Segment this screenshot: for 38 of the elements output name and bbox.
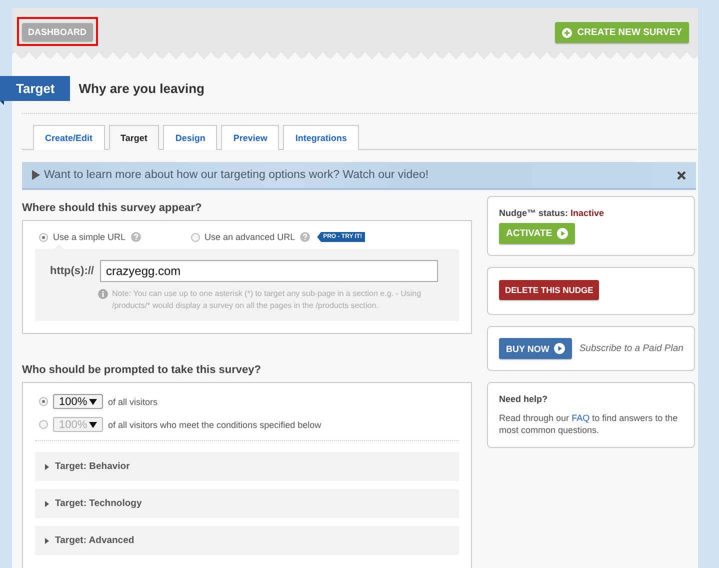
radio-label[interactable]: Use an advanced URL [204,232,296,242]
option-label: of all visitors [108,396,158,406]
caret-icon [89,422,97,428]
help-title: Need help? [499,394,549,404]
buy-now-button[interactable]: BUY NOW [499,338,572,359]
faq-link[interactable]: FAQ [572,413,590,423]
play-icon[interactable] [32,170,40,180]
section-heading: Where should this survey appear? [22,202,203,214]
section-heading: Who should be prompted to take this survey? [22,364,262,376]
delete-button[interactable]: DELETE THIS NUDGE [499,280,600,300]
tab[interactable]: Design [163,125,218,150]
play-circle-icon [554,343,566,354]
subscribe-text: Subscribe to a Paid Plan [579,343,684,354]
radio-button[interactable] [39,232,48,242]
accordion-header[interactable]: Target: Behavior [35,452,459,481]
option-label: of all visitors who meet the conditions specified below [108,420,322,430]
plus-circle-icon [562,28,572,38]
help-text: Read through our FAQ to find answers to the most common questions. [499,412,679,436]
status-text: Nudge™ status: Inactive [499,208,606,218]
tab[interactable]: Preview [221,125,280,150]
video-link[interactable]: Want to learn more about how our targeting options work? Watch our video! [44,169,673,181]
tab[interactable]: Target [108,125,160,150]
percent-dropdown[interactable]: 100% [53,394,103,409]
accordion-header[interactable]: Target: Advanced [35,526,459,555]
radio-button[interactable] [190,232,200,242]
url-input[interactable]: crazyegg.com [100,260,438,282]
play-circle-icon [557,228,568,239]
caret-icon [89,398,97,404]
accordion-header[interactable]: Target: Technology [35,489,459,518]
info-icon [98,289,108,299]
tab[interactable]: Create/Edit [33,125,105,150]
tab[interactable]: Integrations [283,125,359,150]
url-prefix: http(s):// [50,265,94,277]
radio-button[interactable] [39,397,48,406]
radio-label[interactable]: Use a simple URL [53,232,126,242]
note-text: Note: You can use up to one asterisk (*) to target any sub-page in a section e.g. - Using /products/* would display a survey on all the pages in the /products section. [112,288,422,312]
survey-title: Why are you leaving [78,81,204,96]
close-icon[interactable] [677,170,686,180]
